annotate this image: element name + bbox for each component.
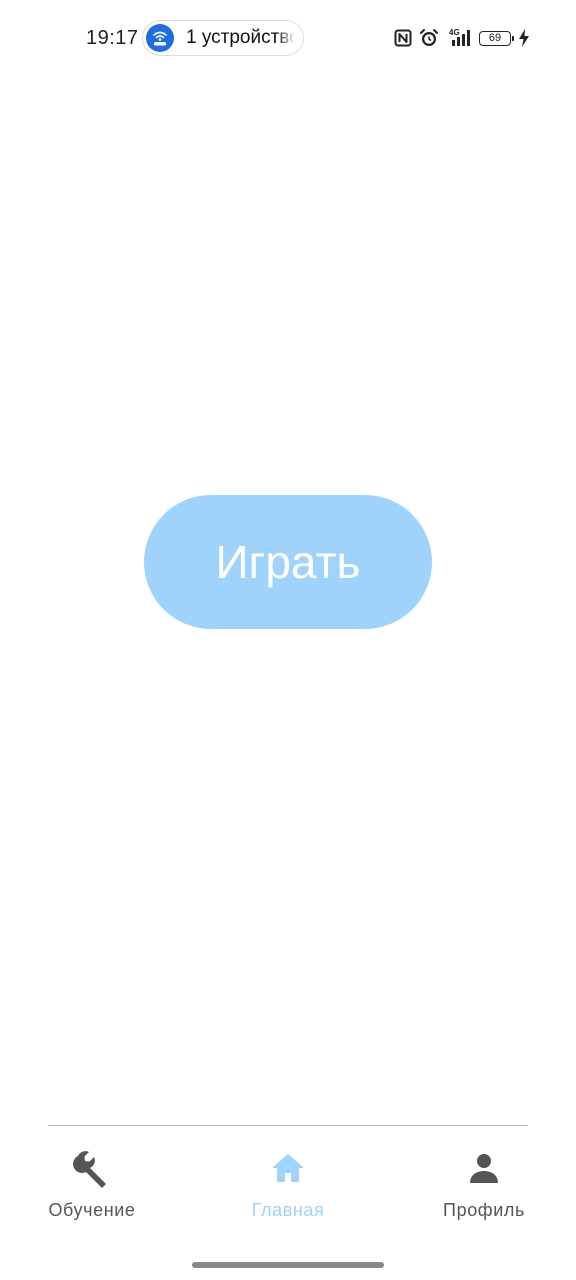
nav-label-home: Главная: [251, 1200, 325, 1220]
status-time: 19:17: [86, 27, 139, 49]
person-icon: [464, 1148, 504, 1188]
status-bar: 19:17 1 устройство 4G 69: [0, 0, 576, 78]
hotspot-fade: [277, 21, 303, 55]
nav-item-home[interactable]: Главная: [240, 1148, 336, 1221]
charging-icon: [518, 29, 530, 47]
bottom-nav-divider: [48, 1125, 528, 1126]
alarm-icon: [419, 28, 439, 48]
nfc-icon: [394, 29, 412, 47]
hotspot-icon: [146, 24, 174, 52]
play-button[interactable]: Играть: [144, 495, 432, 629]
signal-4g-icon: 4G: [446, 28, 472, 48]
status-icons: 4G 69: [394, 28, 530, 48]
nav-label-profile: Профиль: [443, 1200, 525, 1220]
nav-item-profile[interactable]: Профиль: [436, 1148, 532, 1221]
svg-text:4G: 4G: [449, 28, 460, 37]
home-indicator[interactable]: [192, 1262, 384, 1268]
nav-label-learning: Обучение: [48, 1200, 136, 1220]
hotspot-chip[interactable]: 1 устройство: [142, 20, 304, 56]
battery-icon: 69: [479, 30, 514, 46]
battery-level: 69: [488, 32, 502, 44]
nav-item-learning[interactable]: Обучение: [44, 1148, 140, 1221]
wrench-icon: [72, 1148, 112, 1188]
home-icon: [268, 1148, 308, 1188]
